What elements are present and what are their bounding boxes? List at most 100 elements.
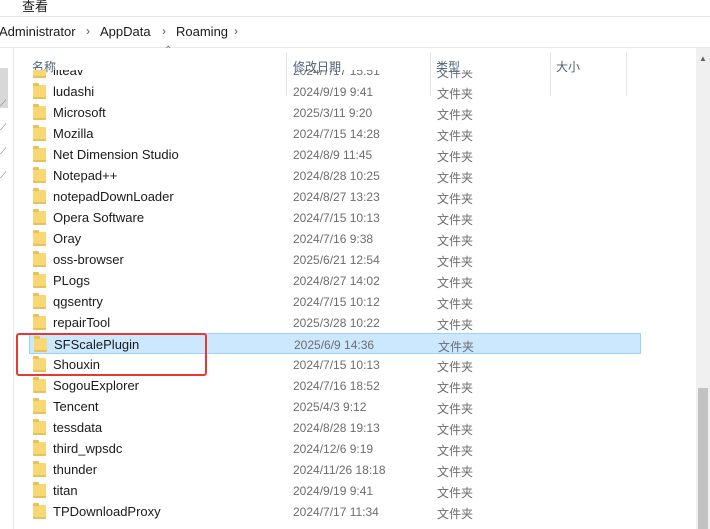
file-type: 文件夹 <box>437 465 474 479</box>
file-type: 文件夹 <box>437 234 474 248</box>
file-date: 2024/8/28 19:13 <box>293 421 380 435</box>
file-name: repairTool <box>53 315 111 330</box>
breadcrumb-administrator[interactable]: Administrator <box>0 24 76 39</box>
file-type: 文件夹 <box>437 444 474 458</box>
menu-view[interactable]: 查看 <box>22 0 48 15</box>
file-type: 文件夹 <box>437 486 474 500</box>
file-date: 2024/8/27 13:23 <box>293 190 380 204</box>
file-row[interactable]: TPDownloadProxy 2024/7/17 11:34 文件夹 <box>29 501 641 522</box>
pin-icon: ⟋ <box>0 170 7 180</box>
file-row[interactable]: SogouExplorer 2024/7/16 18:52 文件夹 <box>29 375 641 396</box>
file-row[interactable]: Net Dimension Studio 2024/8/9 11:45 文件夹 <box>29 144 641 165</box>
pin-icon: ⟋ <box>0 122 7 132</box>
annotation-highlight-box <box>16 333 207 376</box>
file-name: ludashi <box>53 84 95 99</box>
scroll-up-icon[interactable]: ▲ <box>699 54 707 63</box>
file-type: 文件夹 <box>437 276 474 290</box>
sort-up-icon: ⌃ <box>164 45 173 56</box>
file-row[interactable]: qgsentry 2024/7/15 10:12 文件夹 <box>29 291 641 312</box>
scrollbar-thumb[interactable] <box>698 388 708 529</box>
folder-icon <box>33 251 46 267</box>
file-name: PLogs <box>53 273 90 288</box>
breadcrumb-appdata[interactable]: AppData <box>100 24 151 39</box>
file-row[interactable]: Notepad++ 2024/8/28 10:25 文件夹 <box>29 165 641 186</box>
folder-icon <box>33 104 46 120</box>
file-type: 文件夹 <box>437 297 474 311</box>
navigation-pane[interactable]: ⟋ ⟋ ⟋ ⟋ <box>0 48 14 529</box>
file-row[interactable]: tessdata 2024/8/28 19:13 文件夹 <box>29 417 641 438</box>
folder-icon <box>33 209 46 225</box>
file-name: titan <box>53 483 78 498</box>
file-type: 文件夹 <box>437 381 474 395</box>
chevron-right-icon[interactable]: › <box>86 24 90 38</box>
file-name: notepadDownLoader <box>53 189 174 204</box>
file-date: 2024/8/28 10:25 <box>293 169 380 183</box>
file-date: 2024/7/15 14:28 <box>293 127 380 141</box>
file-date: 2024/7/16 9:38 <box>293 232 374 246</box>
folder-icon <box>33 230 46 246</box>
file-row[interactable]: Microsoft 2025/3/11 9:20 文件夹 <box>29 102 641 123</box>
folder-icon <box>33 440 46 456</box>
file-row[interactable]: ludashi 2024/9/19 9:41 文件夹 <box>29 81 641 102</box>
file-row[interactable]: oss-browser 2025/6/21 12:54 文件夹 <box>29 249 641 270</box>
file-list[interactable]: liteav 2024/7/17 15:51 文件夹 ludashi 2024/9/19… <box>14 70 696 529</box>
menu-bar: 查看 <box>0 0 710 17</box>
file-name: Oray <box>53 231 82 246</box>
file-name: oss-browser <box>53 252 124 267</box>
folder-icon <box>33 293 46 309</box>
file-type: 文件夹 <box>437 318 474 332</box>
file-row[interactable]: Oray 2024/7/16 9:38 文件夹 <box>29 228 641 249</box>
folder-icon <box>33 482 46 498</box>
folder-icon <box>33 461 46 477</box>
file-row[interactable]: Tencent 2025/4/3 9:12 文件夹 <box>29 396 641 417</box>
folder-icon <box>33 188 46 204</box>
file-name: Mozilla <box>53 126 94 141</box>
file-type: 文件夹 <box>437 171 474 185</box>
folder-icon <box>33 125 46 141</box>
file-name: TPDownloadProxy <box>53 504 161 519</box>
file-type: 文件夹 <box>437 255 474 269</box>
file-type: 文件夹 <box>437 192 474 206</box>
file-date: 2024/8/27 14:02 <box>293 274 380 288</box>
file-type: 文件夹 <box>437 87 474 101</box>
folder-icon <box>33 377 46 393</box>
file-row[interactable]: liteav 2024/7/17 15:51 文件夹 <box>29 70 641 81</box>
file-date: 2025/4/3 9:12 <box>293 400 367 414</box>
file-date: 2024/7/16 18:52 <box>293 379 380 393</box>
file-type: 文件夹 <box>437 150 474 164</box>
file-type: 文件夹 <box>437 360 474 374</box>
file-date: 2025/6/21 12:54 <box>293 253 380 267</box>
file-row[interactable]: thunder 2024/11/26 18:18 文件夹 <box>29 459 641 480</box>
file-name: Notepad++ <box>53 168 118 183</box>
file-row[interactable]: third_wpsdc 2024/12/6 9:19 文件夹 <box>29 438 641 459</box>
folder-icon <box>33 167 46 183</box>
file-type: 文件夹 <box>437 129 474 143</box>
file-row[interactable]: Mozilla 2024/7/15 14:28 文件夹 <box>29 123 641 144</box>
file-row[interactable]: notepadDownLoader 2024/8/27 13:23 文件夹 <box>29 186 641 207</box>
file-date: 2025/6/9 14:36 <box>294 338 375 352</box>
file-date: 2024/7/15 10:13 <box>293 358 380 372</box>
chevron-right-icon[interactable]: › <box>162 24 166 38</box>
file-row[interactable]: PLogs 2024/8/27 14:02 文件夹 <box>29 270 641 291</box>
file-date: 2024/9/19 9:41 <box>293 484 374 498</box>
file-type: 文件夹 <box>437 507 474 521</box>
file-date: 2024/12/6 9:19 <box>293 442 374 456</box>
file-row[interactable]: Opera Software 2024/7/15 10:13 文件夹 <box>29 207 641 228</box>
file-type: 文件夹 <box>437 402 474 416</box>
file-name: Opera Software <box>53 210 145 225</box>
file-date: 2024/7/15 10:12 <box>293 295 380 309</box>
file-date: 2024/11/26 18:18 <box>293 463 386 477</box>
file-row[interactable]: repairTool 2025/3/28 10:22 文件夹 <box>29 312 641 333</box>
file-type: 文件夹 <box>437 70 474 80</box>
chevron-right-icon[interactable]: › <box>234 24 238 38</box>
file-name: Net Dimension Studio <box>53 147 179 162</box>
folder-icon <box>33 503 46 519</box>
address-bar[interactable]: Administrator › AppData › Roaming › <box>0 17 710 48</box>
breadcrumb-roaming[interactable]: Roaming <box>176 24 228 39</box>
folder-icon <box>33 70 46 78</box>
file-date: 2024/7/17 11:34 <box>293 505 379 519</box>
folder-icon <box>33 83 46 99</box>
file-row[interactable]: titan 2024/9/19 9:41 文件夹 <box>29 480 641 501</box>
folder-icon <box>33 398 46 414</box>
vertical-scrollbar[interactable]: ▲ <box>696 48 710 529</box>
